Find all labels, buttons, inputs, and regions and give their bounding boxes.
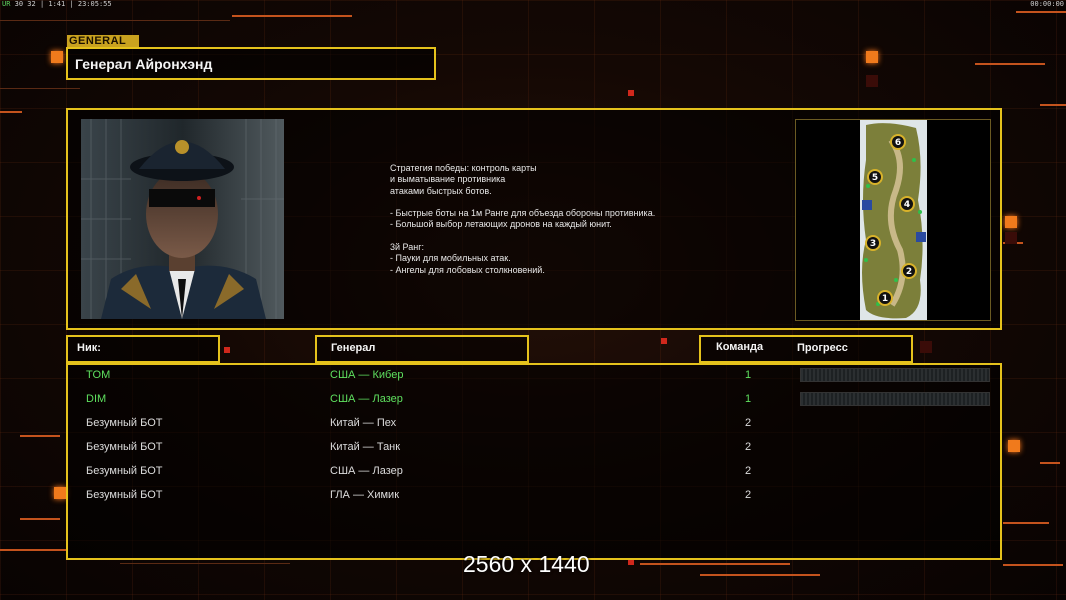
- header-general-label: Генерал: [331, 342, 376, 354]
- player-roster: TOM США — Кибер 1 DIM США — Лазер 1 Безу…: [66, 363, 1002, 560]
- map-preview: 6 5 4 3 2 1: [795, 119, 991, 321]
- loading-progress-bar: [800, 392, 990, 406]
- deco-line: [0, 549, 66, 551]
- player-team: 2: [745, 441, 752, 453]
- description-line: 3й Ранг:: [390, 242, 424, 253]
- general-portrait: [81, 119, 284, 319]
- hud-clock: 00:00:00: [1030, 0, 1064, 8]
- player-team: 2: [745, 489, 752, 501]
- general-title-box: Генерал Айронхэнд: [66, 47, 436, 80]
- deco-line: [120, 563, 290, 564]
- description-line: [390, 197, 720, 208]
- strategy-description: Стратегия победы: контроль карты и вымат…: [390, 163, 720, 276]
- player-nick: TOM: [86, 369, 111, 381]
- player-general: ГЛА — Химик: [330, 489, 400, 501]
- deco-square: [1008, 440, 1020, 452]
- player-nick: DIM: [86, 393, 107, 405]
- player-nick: Безумный БОТ: [86, 465, 163, 477]
- deco-square: [920, 341, 932, 353]
- table-row: Безумный БОТ ГЛА — Химик 2: [68, 485, 1000, 509]
- deco-line: [232, 15, 352, 17]
- description-line: - Ангелы для лобовых столкновений.: [390, 264, 545, 275]
- hud-status-text: 30 32 | 1:41 | 23:05:55: [14, 0, 112, 8]
- general-portrait-icon: [81, 119, 284, 319]
- deco-square: [51, 51, 63, 63]
- deco-square: [866, 51, 878, 63]
- resolution-label: 2560 x 1440: [463, 551, 590, 577]
- description-line: - Большой выбор летающих дронов на кажды…: [390, 219, 612, 230]
- map-preview-image: 6 5 4 3 2 1: [796, 120, 990, 320]
- map-slot-label: 4: [904, 200, 910, 210]
- map-slot-label: 6: [895, 138, 901, 148]
- player-general: США — Лазер: [330, 393, 403, 405]
- description-line: и выматывание противника: [390, 174, 506, 185]
- deco-line: [975, 63, 1045, 65]
- table-row: Безумный БОТ Китай — Танк 2: [68, 437, 1000, 461]
- header-nick-label: Ник:: [77, 342, 101, 354]
- hud-status: UR 30 32 | 1:41 | 23:05:55: [2, 0, 112, 8]
- deco-line: [1040, 104, 1066, 106]
- player-general: США — Кибер: [330, 369, 404, 381]
- player-team: 1: [745, 393, 752, 405]
- map-slot-label: 5: [872, 173, 878, 183]
- hud-ur-label: UR: [2, 0, 11, 8]
- description-line: [390, 231, 720, 242]
- deco-line: [1040, 462, 1060, 464]
- header-team-label: Команда: [716, 341, 764, 353]
- player-general: США — Лазер: [330, 465, 403, 477]
- deco-line: [0, 20, 230, 21]
- player-general: Китай — Танк: [330, 441, 401, 453]
- table-row: TOM США — Кибер 1: [68, 365, 1000, 389]
- table-row: Безумный БОТ Китай — Пех 2: [68, 413, 1000, 437]
- header-nick: Ник:: [66, 335, 220, 363]
- description-line: - Пауки для мобильных атак.: [390, 253, 511, 264]
- general-tag: GENERAL: [67, 35, 139, 47]
- header-progress-label: Прогресс: [797, 342, 848, 354]
- deco-square: [1005, 216, 1017, 228]
- deco-line: [0, 88, 80, 89]
- deco-line: [0, 111, 22, 113]
- player-team: 2: [745, 465, 752, 477]
- deco-line: [1003, 522, 1049, 524]
- deco-square: [628, 90, 634, 96]
- deco-square: [1005, 232, 1017, 244]
- general-info-panel: Стратегия победы: контроль карты и вымат…: [66, 108, 1002, 330]
- deco-square: [54, 487, 66, 499]
- description-line: Стратегия победы: контроль карты: [390, 163, 537, 173]
- description-line: - Быстрые боты на 1м Ранге для объезда о…: [390, 208, 656, 219]
- player-nick: Безумный БОТ: [86, 489, 163, 501]
- header-team-progress: Команда Прогресс: [699, 335, 913, 363]
- description-line: атаками быстрых ботов.: [390, 185, 492, 196]
- deco-square: [224, 347, 230, 353]
- deco-square: [866, 75, 878, 87]
- deco-line: [20, 518, 60, 520]
- player-team: 2: [745, 417, 752, 429]
- player-team: 1: [745, 369, 752, 381]
- deco-line: [640, 563, 790, 565]
- header-general: Генерал: [315, 335, 529, 363]
- loading-progress-bar: [800, 368, 990, 382]
- deco-square: [661, 338, 667, 344]
- deco-line: [20, 435, 60, 437]
- player-general: Китай — Пех: [330, 417, 397, 429]
- map-slot-label: 2: [906, 267, 912, 277]
- table-row: DIM США — Лазер 1: [68, 389, 1000, 413]
- deco-line: [700, 574, 820, 576]
- player-nick: Безумный БОТ: [86, 441, 163, 453]
- deco-line: [1003, 564, 1063, 566]
- general-name: Генерал Айронхэнд: [75, 56, 213, 72]
- table-row: Безумный БОТ США — Лазер 2: [68, 461, 1000, 485]
- map-slot-label: 1: [882, 294, 888, 304]
- player-nick: Безумный БОТ: [86, 417, 163, 429]
- map-slot-label: 3: [870, 239, 876, 249]
- deco-line: [1016, 11, 1066, 13]
